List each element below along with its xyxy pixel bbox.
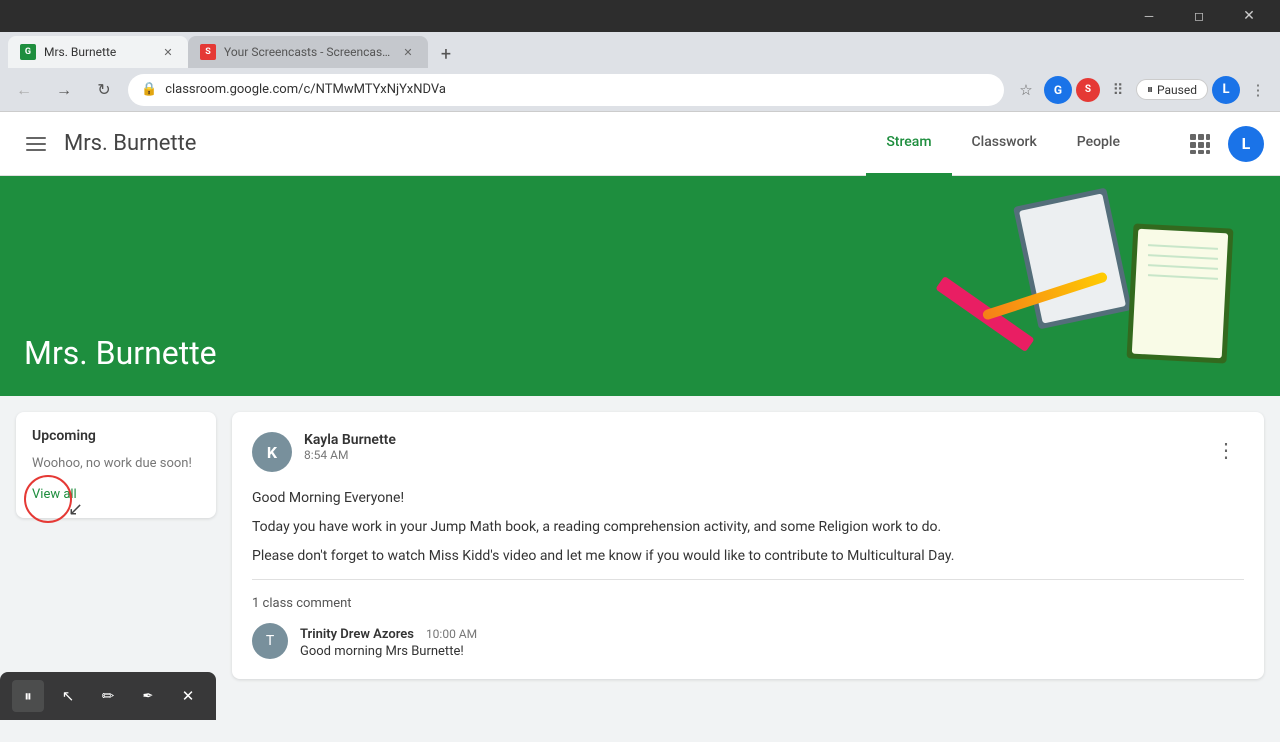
app-header: Mrs. Burnette Stream Classwork People — [0, 112, 1280, 176]
post-time: 8:54 AM — [304, 448, 396, 462]
banner-illustration — [860, 176, 1280, 396]
app-title: Mrs. Burnette — [64, 131, 196, 156]
view-all-circle-highlight — [24, 475, 72, 523]
sidebar: Upcoming Woohoo, no work due soon! View … — [16, 412, 216, 679]
tab-screencastify[interactable]: S Your Screencasts - Screencastify ✕ — [188, 36, 428, 68]
screencast-pause-button[interactable]: ⏸ — [12, 680, 44, 712]
tab-close-1[interactable]: ✕ — [160, 44, 176, 60]
close-button[interactable]: ✕ — [1226, 0, 1272, 32]
tab-mrs-burnette[interactable]: G Mrs. Burnette ✕ — [8, 36, 188, 68]
paused-icon: ⏸ — [1147, 82, 1153, 97]
post-avatar: K — [252, 432, 292, 472]
comment-time: 10:00 AM — [426, 627, 477, 641]
post-header: K Kayla Burnette 8:54 AM ⋮ — [252, 432, 1244, 472]
chrome-user-avatar[interactable]: L — [1212, 76, 1240, 104]
tab-close-2[interactable]: ✕ — [400, 44, 416, 60]
post-author-name: Kayla Burnette — [304, 432, 396, 448]
address-bar[interactable]: 🔒 classroom.google.com/c/NTMwMTYxNjYxNDV… — [128, 74, 1004, 106]
comment-count: 1 class comment — [252, 596, 1244, 611]
extension-icon-1[interactable]: S — [1076, 78, 1100, 102]
extensions-icon[interactable]: ⠿ — [1104, 76, 1132, 104]
cursor-icon: ↖ — [62, 687, 75, 705]
refresh-button[interactable]: ↻ — [88, 74, 120, 106]
screencast-close-button[interactable]: ✕ — [172, 680, 204, 712]
classroom-favicon: G — [20, 44, 36, 60]
post-divider — [252, 579, 1244, 580]
screencast-cursor-button[interactable]: ↖ — [52, 680, 84, 712]
app-nav: Stream Classwork People — [866, 112, 1140, 176]
back-button[interactable]: ← — [8, 74, 40, 106]
comment-author: Trinity Drew Azores — [300, 627, 414, 642]
upcoming-empty-text: Woohoo, no work due soon! — [32, 456, 200, 471]
paused-label: Paused — [1157, 83, 1197, 97]
nav-classwork[interactable]: Classwork — [952, 112, 1057, 176]
content-area: Upcoming Woohoo, no work due soon! View … — [0, 396, 1280, 695]
pause-icon: ⏸ — [24, 687, 32, 705]
main-content: Mrs. Burnette — [0, 176, 1280, 742]
close-icon: ✕ — [182, 687, 195, 705]
comment-item: T Trinity Drew Azores 10:00 AM Good morn… — [252, 623, 1244, 659]
comment-content: Trinity Drew Azores 10:00 AM Good mornin… — [300, 623, 1244, 659]
new-tab-button[interactable]: + — [432, 40, 460, 68]
address-text: classroom.google.com/c/NTMwMTYxNjYxNDVa — [165, 82, 446, 97]
comment-avatar: T — [252, 623, 288, 659]
post-body-line2: Today you have work in your Jump Math bo… — [252, 517, 1244, 538]
chrome-menu-icon[interactable]: ⋮ — [1244, 76, 1272, 104]
app: Mrs. Burnette Stream Classwork People — [0, 112, 1280, 742]
post-author-info: Kayla Burnette 8:54 AM — [304, 432, 396, 462]
nav-stream[interactable]: Stream — [866, 112, 951, 176]
screencast-marker-button[interactable]: ✒ — [132, 680, 164, 712]
nav-bar: ← → ↻ 🔒 classroom.google.com/c/NTMwMTYxN… — [0, 68, 1280, 112]
lock-icon: 🔒 — [141, 82, 157, 97]
banner-title: Mrs. Burnette — [24, 334, 217, 372]
post-card: K Kayla Burnette 8:54 AM ⋮ Good Morning … — [232, 412, 1264, 679]
forward-button[interactable]: → — [48, 74, 80, 106]
google-apps-icon[interactable] — [1180, 124, 1220, 164]
tab-label-2: Your Screencasts - Screencastify — [224, 45, 392, 59]
comment-section: 1 class comment T Trinity Drew Azores 10… — [252, 592, 1244, 659]
comment-text: Good morning Mrs Burnette! — [300, 644, 1244, 659]
main-feed: K Kayla Burnette 8:54 AM ⋮ Good Morning … — [232, 412, 1264, 679]
pen-icon: ✏ — [102, 687, 115, 705]
browser-chrome: ─ ◻ ✕ G Mrs. Burnette ✕ S Your Screencas… — [0, 0, 1280, 112]
user-avatar[interactable]: L — [1228, 126, 1264, 162]
screencast-toolbar: ⏸ ↖ ✏ ✒ ✕ — [0, 672, 216, 720]
marker-icon: ✒ — [143, 689, 154, 704]
bookmark-icon[interactable]: ☆ — [1012, 76, 1040, 104]
maximize-button[interactable]: ◻ — [1176, 0, 1222, 32]
nav-people[interactable]: People — [1057, 112, 1140, 176]
class-banner: Mrs. Burnette — [0, 176, 1280, 396]
view-all-container: View all ↙ — [32, 487, 77, 502]
post-menu-button[interactable]: ⋮ — [1208, 432, 1244, 468]
google-account-icon[interactable]: G — [1044, 76, 1072, 104]
post-body-line1: Good Morning Everyone! — [252, 488, 1244, 509]
paused-badge[interactable]: ⏸ Paused — [1136, 79, 1208, 100]
screencastify-favicon: S — [200, 44, 216, 60]
tab-bar: G Mrs. Burnette ✕ S Your Screencasts - S… — [0, 32, 1280, 68]
post-body-line3: Please don't forget to watch Miss Kidd's… — [252, 546, 1244, 567]
title-bar: ─ ◻ ✕ — [0, 0, 1280, 32]
upcoming-card: Upcoming Woohoo, no work due soon! View … — [16, 412, 216, 518]
screencast-pen-button[interactable]: ✏ — [92, 680, 124, 712]
tab-label-1: Mrs. Burnette — [44, 45, 152, 59]
hamburger-menu[interactable] — [16, 124, 56, 164]
upcoming-title: Upcoming — [32, 428, 200, 444]
minimize-button[interactable]: ─ — [1126, 0, 1172, 32]
